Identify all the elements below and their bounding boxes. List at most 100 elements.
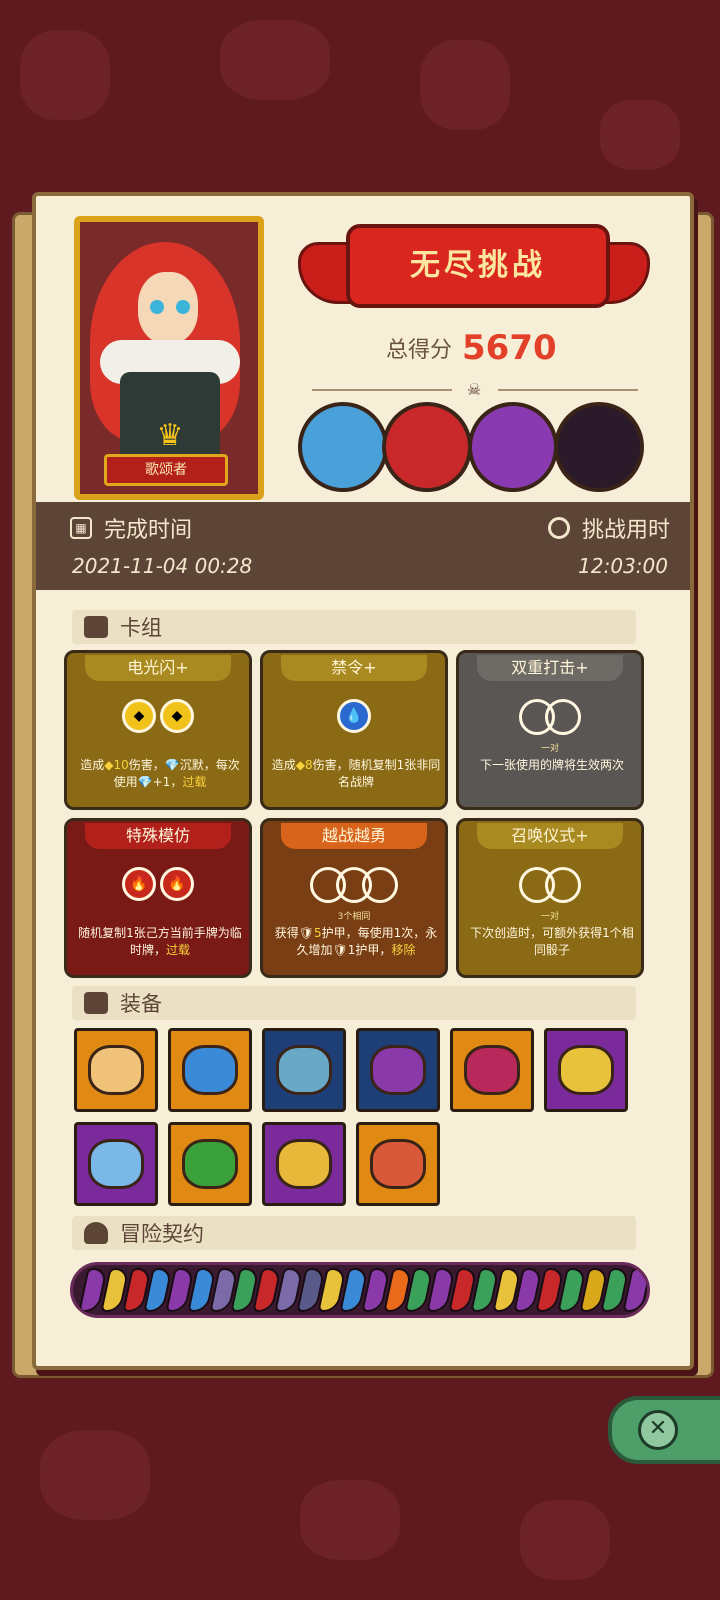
card-title: 越战越勇 bbox=[281, 823, 427, 849]
boss-avatar-cage-warrior[interactable] bbox=[382, 402, 472, 492]
calendar-icon: ▦ bbox=[70, 517, 92, 539]
empty-dice-slot bbox=[545, 699, 581, 735]
challenge-title: 无尽挑战 bbox=[346, 224, 610, 308]
card-title: 电光闪+ bbox=[85, 655, 231, 681]
score-label: 总得分 bbox=[386, 338, 453, 363]
skull-icon: ☠ bbox=[466, 380, 482, 399]
bg-blob bbox=[220, 20, 330, 100]
deck-card[interactable]: 越战越勇 3个相同获得🛡5护甲，每使用1次，永久增加🛡1护甲，移除 bbox=[260, 818, 448, 978]
equipment-cursed-heart[interactable] bbox=[450, 1028, 534, 1112]
duration-label: 挑战用时 bbox=[581, 518, 670, 543]
desc-fragment: 过载 bbox=[166, 943, 191, 957]
equipment-blue-slime[interactable] bbox=[168, 1028, 252, 1112]
contract-strip[interactable] bbox=[70, 1262, 650, 1318]
divider-line bbox=[312, 389, 452, 391]
hero-eye bbox=[150, 300, 164, 314]
card-title: 特殊模仿 bbox=[85, 823, 231, 849]
card-description: 获得🛡5护甲，每使用1次，永久增加🛡1护甲，移除 bbox=[271, 925, 441, 959]
desc-fragment: 🛡 bbox=[298, 926, 314, 940]
equipment-label: 装备 bbox=[120, 992, 162, 1016]
close-button[interactable]: ✕ bbox=[608, 1396, 720, 1464]
deck-card[interactable]: 双重打击+ 一对 下一张使用的牌将生效两次 bbox=[456, 650, 644, 810]
ornament-divider: ☠ bbox=[292, 380, 656, 400]
box-icon bbox=[84, 992, 108, 1014]
equipment-shield-coin[interactable] bbox=[74, 1028, 158, 1112]
dice-slots bbox=[263, 867, 445, 907]
title-banner: 无尽挑战 bbox=[298, 224, 650, 308]
bg-blob bbox=[20, 30, 110, 120]
finish-time-label: 完成时间 bbox=[104, 518, 193, 543]
card-description: 造成◆8伤害，随机复制1张非同名战牌 bbox=[271, 757, 441, 791]
deck-card[interactable]: 特殊模仿 🔥 🔥 随机复制1张己方当前手牌为临时牌，过载 bbox=[64, 818, 252, 978]
dice-slots: ◆ ◆ bbox=[67, 699, 249, 739]
hero-portrait[interactable]: ♛ 歌颂者 bbox=[74, 216, 264, 500]
equipment-skull-tome[interactable] bbox=[356, 1028, 440, 1112]
ice-dagger-icon bbox=[88, 1139, 144, 1189]
equipment-ruby-ring[interactable] bbox=[262, 1122, 346, 1206]
duration-value: 12:03:00 bbox=[578, 554, 668, 578]
bg-blob bbox=[600, 100, 680, 170]
finish-time-value: 2021-11-04 00:28 bbox=[72, 554, 253, 578]
dice-slots bbox=[459, 699, 641, 739]
sun-amulet-icon bbox=[558, 1045, 614, 1095]
divider-line bbox=[498, 389, 638, 391]
hero-name: 歌颂者 bbox=[104, 454, 228, 486]
desc-fragment: 伤害，随机复制1张非同名战牌 bbox=[312, 758, 441, 789]
desc-fragment: 下次创造时，可额外获得1个相同骰子 bbox=[470, 926, 634, 957]
card-description: 下一张使用的牌将生效两次 bbox=[467, 757, 637, 774]
card-description: 下次创造时，可额外获得1个相同骰子 bbox=[467, 925, 637, 959]
bg-blob bbox=[300, 1480, 400, 1560]
boss-avatar-mushroom-elder[interactable] bbox=[298, 402, 388, 492]
dice-slot-icon: 🔥 bbox=[160, 867, 194, 901]
card-description: 随机复制1张己方当前手牌为临时牌，过载 bbox=[75, 925, 245, 959]
equipment-green-tablet[interactable] bbox=[168, 1122, 252, 1206]
empty-dice-slot bbox=[545, 867, 581, 903]
desc-fragment: 1护甲， bbox=[347, 943, 392, 957]
desc-fragment: ◆ bbox=[295, 758, 305, 772]
stopwatch-icon bbox=[547, 517, 570, 539]
desc-fragment: 造成 bbox=[80, 758, 105, 772]
desc-fragment: 移除 bbox=[391, 943, 416, 957]
desc-fragment: 8 bbox=[304, 758, 313, 772]
card-title: 召唤仪式+ bbox=[477, 823, 623, 849]
person-icon bbox=[84, 1222, 108, 1244]
deck-label: 卡组 bbox=[120, 616, 162, 640]
close-icon: ✕ bbox=[638, 1410, 678, 1450]
contract-label: 冒险契约 bbox=[120, 1222, 204, 1246]
time-band: ▦ 完成时间 2021-11-04 00:28 挑战用时 12:03:00 bbox=[36, 502, 690, 590]
deck-header: 卡组 bbox=[72, 610, 636, 644]
desc-fragment: 随机复制1张己方当前手牌为临时牌， bbox=[78, 926, 242, 957]
bg-blob bbox=[520, 1500, 610, 1580]
cards-icon bbox=[84, 616, 108, 638]
desc-fragment: 下一张使用的牌将生效两次 bbox=[479, 758, 624, 772]
deck-card[interactable]: 电光闪+ ◆ ◆ 造成◆10伤害，💎沉默，每次使用💎+1，过载 bbox=[64, 650, 252, 810]
desc-fragment: 💎 bbox=[164, 758, 180, 772]
green-tablet-icon bbox=[182, 1139, 238, 1189]
boss-avatar-shadow-beast[interactable] bbox=[468, 402, 558, 492]
desc-fragment: 造成 bbox=[271, 758, 296, 772]
meat-leg-icon bbox=[370, 1139, 426, 1189]
deck-card[interactable]: 禁令+ 💧 造成◆8伤害，随机复制1张非同名战牌 bbox=[260, 650, 448, 810]
deck-card[interactable]: 召唤仪式+ 一对下次创造时，可额外获得1个相同骰子 bbox=[456, 818, 644, 978]
card-description: 造成◆10伤害，💎沉默，每次使用💎+1，过载 bbox=[75, 757, 245, 791]
desc-fragment: 伤害， bbox=[128, 758, 165, 772]
dice-requirement: 一对 bbox=[540, 912, 559, 922]
result-panel: ♛ 歌颂者 无尽挑战 总得分 5670 ☠ ▦ 完成时间 2021-11-04 … bbox=[32, 192, 694, 1370]
dice-slots: 🔥 🔥 bbox=[67, 867, 249, 907]
boss-avatar-vampire[interactable] bbox=[554, 402, 644, 492]
equipment-sun-amulet[interactable] bbox=[544, 1028, 628, 1112]
empty-dice-slot bbox=[362, 867, 398, 903]
dice-slots: 💧 bbox=[263, 699, 445, 739]
equipment-ice-dagger[interactable] bbox=[74, 1122, 158, 1206]
desc-fragment: 🛡 bbox=[332, 943, 348, 957]
equipment-header: 装备 bbox=[72, 986, 636, 1020]
equipment-meat-leg[interactable] bbox=[356, 1122, 440, 1206]
ruby-ring-icon bbox=[276, 1139, 332, 1189]
bg-blob bbox=[40, 1430, 150, 1520]
dice-slot-icon: 🔥 bbox=[122, 867, 156, 901]
desc-fragment: 10 bbox=[113, 758, 129, 772]
equipment-leaf-ring[interactable] bbox=[262, 1028, 346, 1112]
score-row: 总得分 5670 bbox=[386, 326, 636, 370]
dice-requirement: 3个相同 bbox=[337, 912, 371, 922]
crown-icon: ♛ bbox=[156, 418, 184, 453]
